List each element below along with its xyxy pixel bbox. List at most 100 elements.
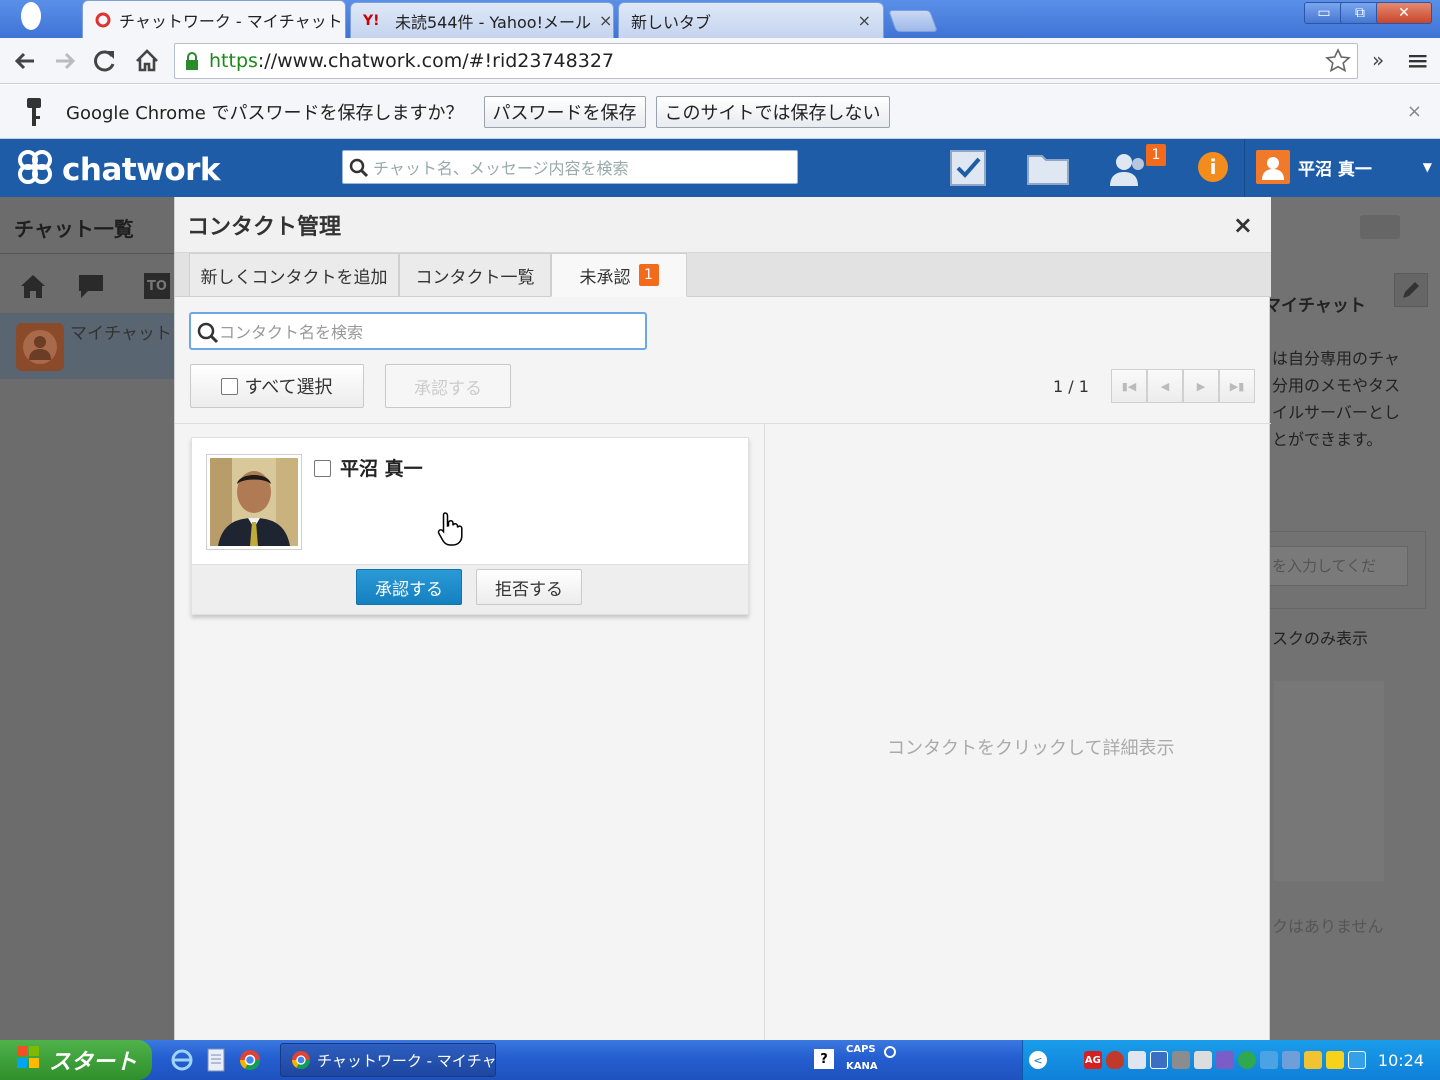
contact-avatar [206,454,302,550]
sync-icon[interactable] [1347,1051,1366,1069]
start-button[interactable]: スタート [0,1040,152,1080]
chat-info-pane: マイチャット は自分専用のチャ 分用のメモやタス イルサーバーとし とができます… [1264,197,1440,1040]
pending-contact-card[interactable]: 平沼 真一 承認する 拒否する [191,437,749,615]
info-icon[interactable]: i [1198,152,1228,182]
task-icon[interactable] [946,146,990,190]
tab-pending-requests[interactable]: 未承認 1 [551,253,687,297]
reload-icon[interactable] [90,46,120,76]
tab-close-icon[interactable]: × [850,11,871,30]
offline-status-icon[interactable] [1193,1051,1212,1069]
search-icon [349,158,369,182]
contact-action-bar [192,564,748,614]
tab-title: 未読544件 - Yahoo!メール [395,12,591,32]
task-input[interactable]: を入力してくだ [1270,546,1408,586]
chat-info-line-1: は自分専用のチャ [1272,349,1400,368]
chat-search-input[interactable]: チャット名、メッセージ内容を検索 [342,150,798,184]
task-list-area [1274,681,1384,881]
select-all-checkbox[interactable] [221,377,239,395]
contacts-notification-badge: 1 [1146,144,1166,166]
approve-button[interactable]: 承認する [356,569,462,605]
save-password-button[interactable]: パスワードを保存 [483,95,646,128]
select-all-button[interactable]: すべて選択 [190,364,364,408]
to-filter-icon[interactable]: TO [144,273,170,299]
browser-tab-yahoo-mail[interactable]: Y! 未読544件 - Yahoo!メール × [350,2,614,38]
chat-info-line-3: イルサーバーとし [1272,403,1400,422]
reject-button[interactable]: 拒否する [476,569,582,605]
browser-tab-new-tab[interactable]: 新しいタブ × [618,2,884,38]
dialog-header: コンタクト管理 × [175,197,1271,253]
system-tray: < AG 10:24 [1022,1040,1440,1080]
speaker-icon[interactable] [1127,1051,1146,1069]
task-input-area[interactable]: を入力してくだ [1270,531,1426,609]
new-tab-button[interactable] [887,10,939,32]
next-page-button[interactable]: ▶ [1183,369,1219,403]
tab-close-icon[interactable]: × [591,11,612,30]
monitor-icon[interactable] [1259,1051,1278,1069]
yahoo-favicon-icon: Y! [363,12,380,29]
usb-device-icon[interactable] [1171,1051,1190,1069]
antivirus-icon[interactable]: AG [1083,1051,1102,1069]
contact-search-input[interactable]: コンタクト名を検索 [189,312,647,350]
user-menu-dropdown-icon[interactable]: ▼ [1423,160,1432,174]
first-page-button[interactable]: ▮◀ [1111,369,1147,403]
chat-info-title: マイチャット [1264,296,1366,316]
display-settings-icon[interactable] [1281,1051,1300,1069]
settings-button[interactable] [1360,215,1400,239]
file-folder-icon[interactable] [1026,146,1070,190]
document-quicklaunch-icon[interactable] [206,1048,226,1077]
chat-list-pane: チャット一覧 TO マイチャット [0,197,174,1040]
chrome-quicklaunch-icon[interactable] [238,1048,262,1077]
network-icon[interactable] [1149,1051,1168,1069]
tab-contact-list[interactable]: コンタクト一覧 [399,253,551,297]
prev-page-button[interactable]: ◀ [1147,369,1183,403]
taskbar-window-title: チャットワーク - マイチャ... [317,1051,496,1070]
password-save-infobar: Google Chrome でパスワードを保存しますか？ パスワードを保存 この… [0,85,1440,139]
messenger-icon[interactable] [1237,1051,1256,1069]
room-name: マイチャット [70,324,172,344]
chatwork-logo[interactable]: chatwork [14,146,221,193]
home-filter-icon[interactable] [18,271,48,306]
power-icon[interactable] [1325,1051,1344,1069]
taskbar-window-chatwork[interactable]: チャットワーク - マイチャ... [280,1043,496,1077]
notes-icon[interactable] [1303,1051,1322,1069]
home-icon[interactable] [132,46,162,76]
window-close-button[interactable]: ✕ [1376,2,1432,24]
infobar-close-icon[interactable]: × [1407,101,1422,122]
never-save-password-button[interactable]: このサイトでは保存しない [655,95,890,128]
list-detail-divider [175,423,1271,424]
last-page-button[interactable]: ▶▮ [1219,369,1255,403]
extensions-overflow-icon[interactable]: » [1372,48,1384,72]
ime-help-icon[interactable]: ? [814,1049,834,1069]
user-menu[interactable]: 平沼 真一 ▼ [1256,150,1432,184]
url-text: ://www.chatwork.com/#!rid23748327 [257,50,614,72]
security-shield-icon[interactable] [1105,1051,1124,1069]
forward-icon[interactable] [50,46,80,76]
address-bar[interactable]: https://www.chatwork.com/#!rid23748327 [174,43,1358,79]
ime-tools-icon[interactable] [884,1046,896,1058]
tab-title: 新しいタブ [631,12,712,32]
contact-checkbox[interactable] [314,460,331,477]
unread-filter-icon[interactable] [76,271,106,306]
tool-icon[interactable] [1215,1051,1234,1069]
bulk-approve-button[interactable]: 承認する [385,364,511,408]
chat-room-item-mychat[interactable]: マイチャット [0,313,174,379]
chrome-profile-icon[interactable] [14,0,48,34]
chatwork-logo-icon [14,146,56,193]
chat-info-line-2: 分用のメモやタス [1272,376,1401,395]
window-restore-button[interactable]: ⧉ [1340,2,1380,24]
tray-expand-icon[interactable]: < [1029,1051,1047,1069]
browser-tab-strip: チャットワーク - マイチャット × Y! 未読544件 - Yahoo!メール… [0,0,1440,38]
my-task-filter[interactable]: スクのみ表示 [1272,625,1368,649]
contact-management-dialog: コンタクト管理 × 新しくコンタクトを追加 コンタクト一覧 未承認 1 コンタク… [174,197,1271,1040]
bookmark-star-icon[interactable] [1325,48,1351,79]
back-icon[interactable] [10,46,40,76]
ie-quicklaunch-icon[interactable] [170,1048,194,1077]
browser-tab-chatwork[interactable]: チャットワーク - マイチャット × [82,0,346,38]
tab-close-icon[interactable]: × [343,10,345,29]
chrome-menu-icon[interactable]: ≡ [1406,44,1429,77]
secure-lock-icon [184,52,200,77]
dialog-close-icon[interactable]: × [1233,211,1253,239]
tab-add-contact[interactable]: 新しくコンタクトを追加 [189,253,399,297]
edit-pencil-icon[interactable] [1394,273,1428,307]
window-minimize-button[interactable]: ▭ [1304,2,1344,24]
